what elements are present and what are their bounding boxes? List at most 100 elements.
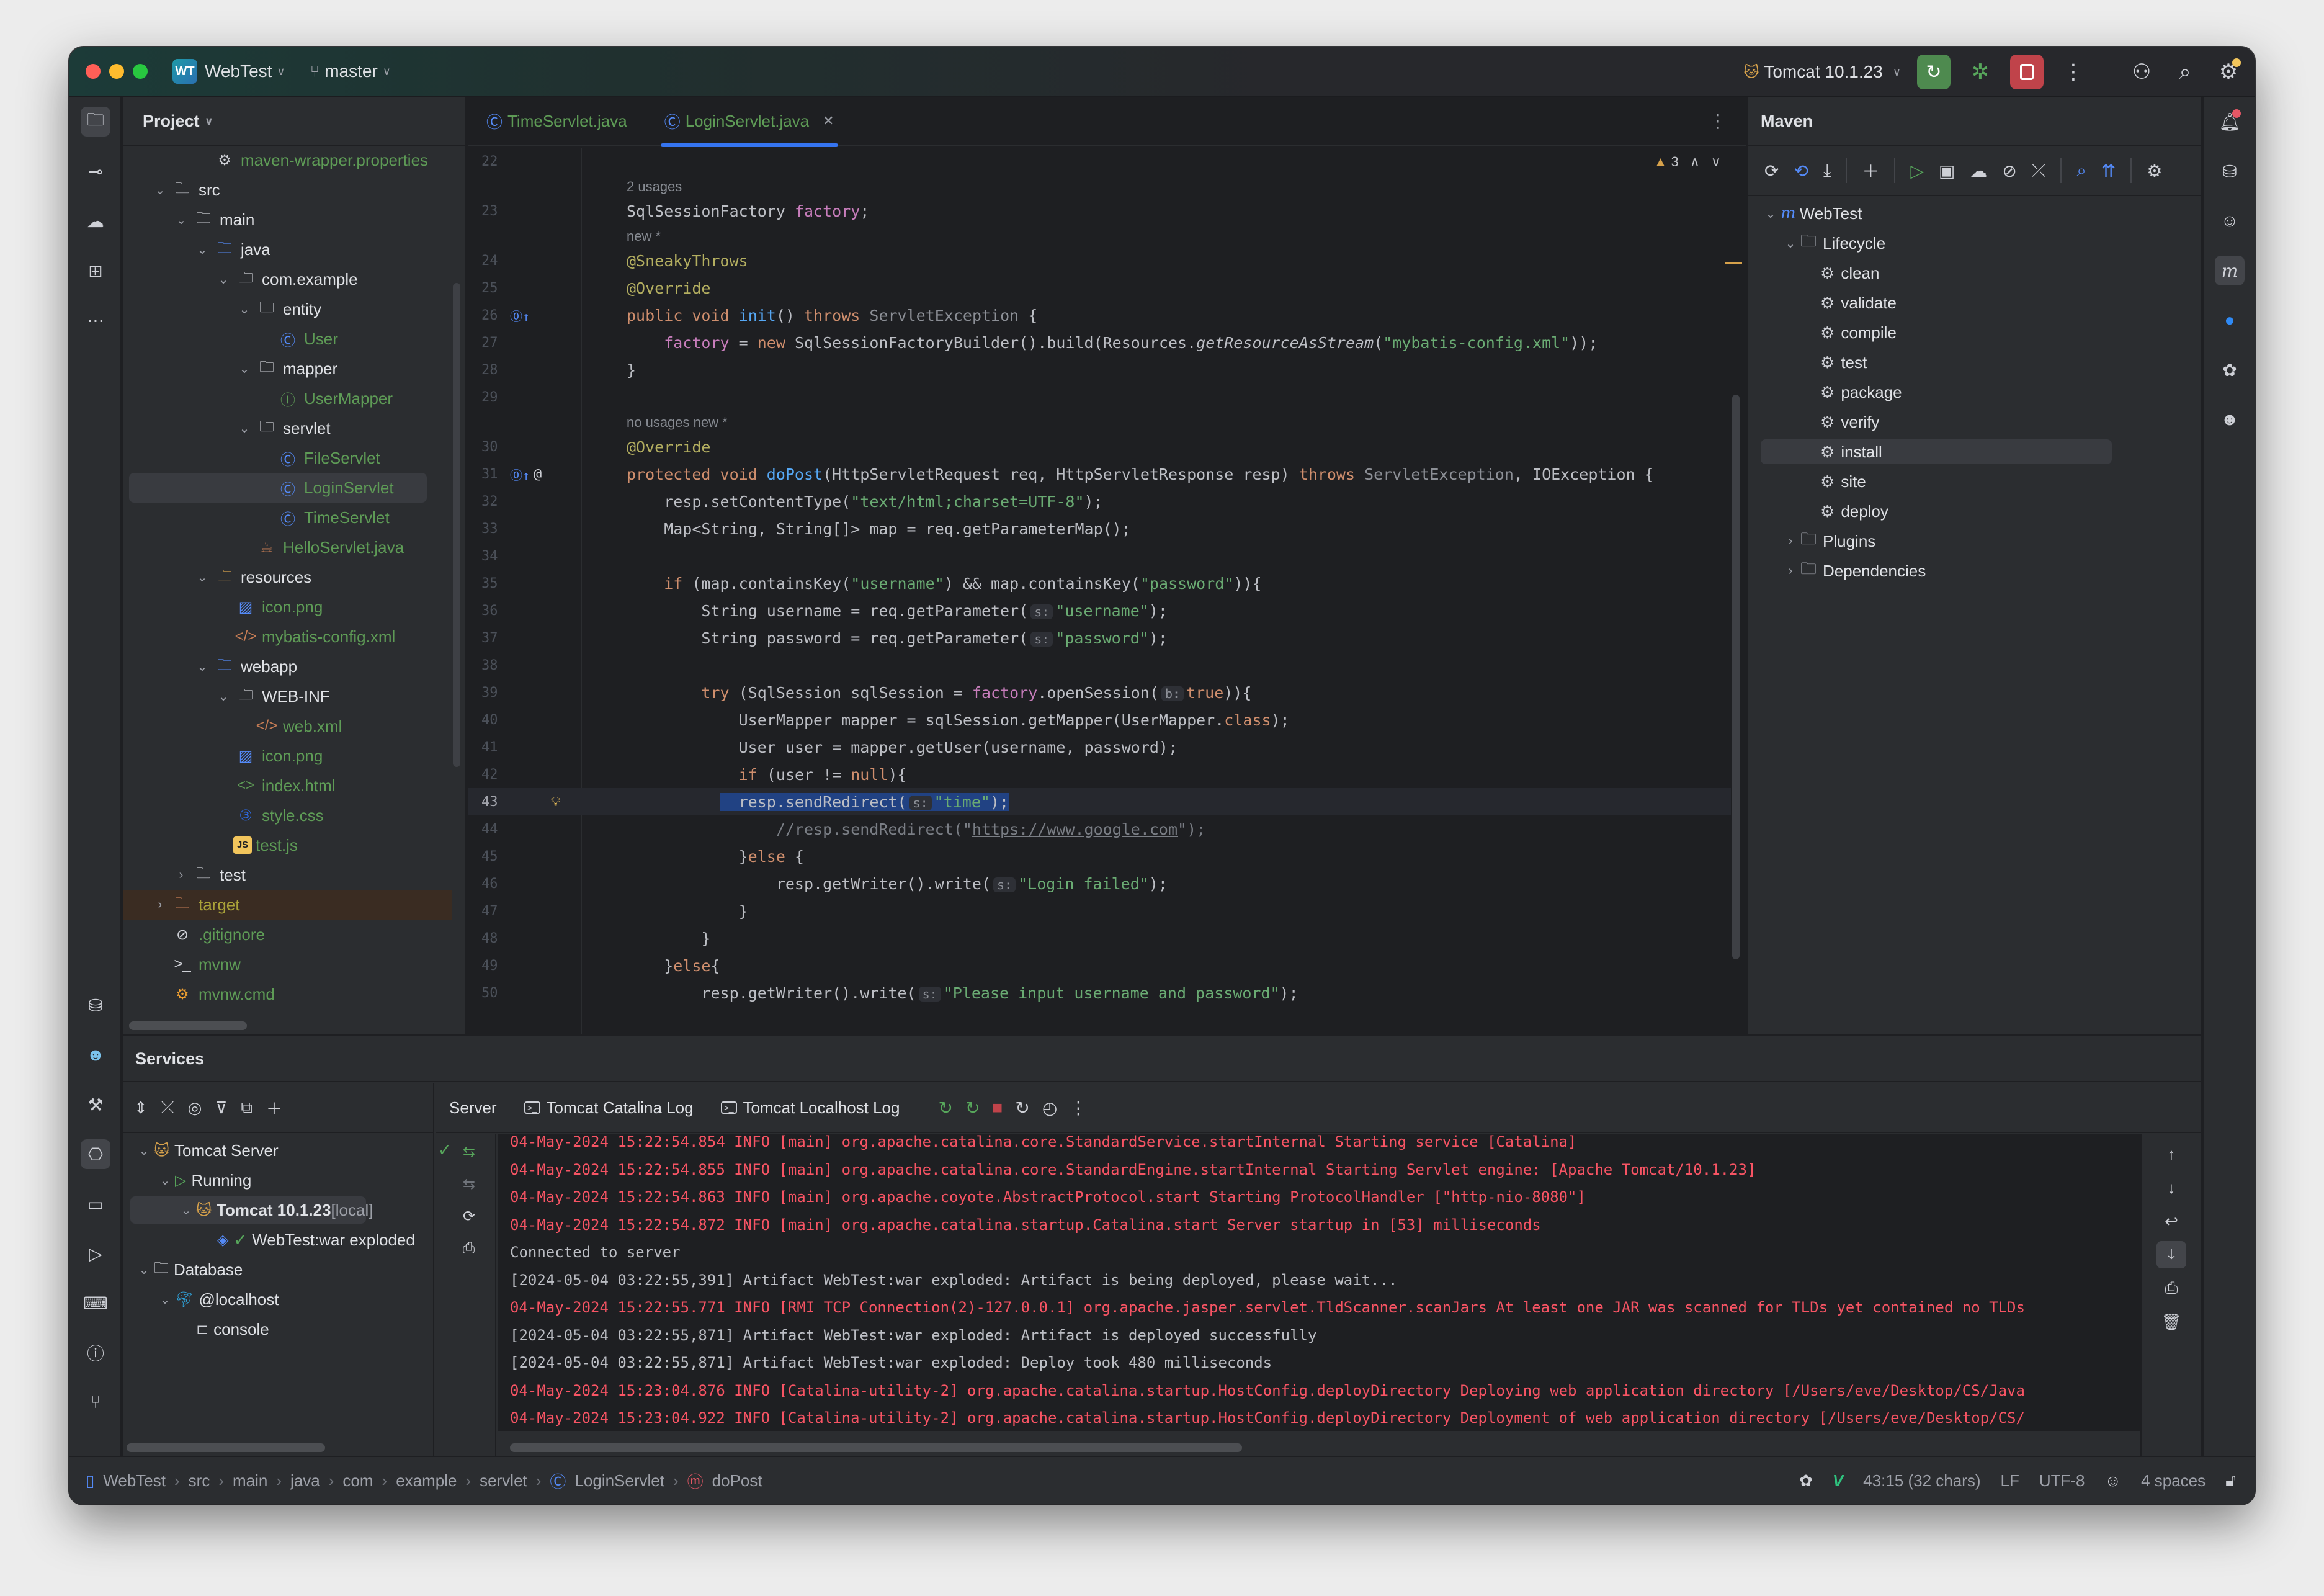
code-line[interactable]: 50 resp.getWriter().write(s: "Please inpu…	[468, 979, 1731, 1006]
service-item--localhost[interactable]: ⌄ 🐬︎ @localhost	[155, 1284, 279, 1314]
code-line[interactable]: 26 ⓪↑ public void init() throws ServletExc…	[468, 302, 1731, 329]
code-line[interactable]: 29	[468, 383, 1731, 411]
analyze-dependencies-button[interactable]: ⌕	[2076, 161, 2086, 181]
terminal-tool-button[interactable]: ⌨	[81, 1288, 110, 1318]
code-line[interactable]: 30 @Override	[468, 433, 1731, 460]
lock-icon[interactable]: 🔓︎	[2225, 1471, 2236, 1491]
maven-goal-site[interactable]: ⚙ site	[1820, 467, 1866, 496]
service-item-tomcat-server[interactable]: ⌄ 🐱 Tomcat Server	[134, 1136, 279, 1165]
line-ending[interactable]: LF	[2001, 1471, 2019, 1491]
tree-item-resources[interactable]: ⌄ 🗀 resources	[192, 562, 312, 592]
maven-goal-verify[interactable]: ⚙ verify	[1820, 407, 1879, 437]
service-item-tomcat-10-1-23[interactable]: ⌄ 🐱 Tomcat 10.1.23 [local]	[176, 1195, 373, 1225]
code-line[interactable]: 28}	[468, 356, 1731, 383]
chevron-down-icon[interactable]: ⌄	[1781, 236, 1800, 251]
update-app-button[interactable]: ⟳	[463, 1208, 475, 1226]
code-line[interactable]: 32 resp.setContentType("text/html;charse…	[468, 488, 1731, 515]
execute-goal-button[interactable]: ▣	[1939, 161, 1955, 181]
tree-item-usermapper[interactable]: Ⓘ UserMapper	[275, 383, 393, 413]
debug-server-button[interactable]: ↻	[965, 1098, 980, 1118]
tab-tomcat-catalina-log[interactable]: >_ Tomcat Catalina Log	[511, 1098, 707, 1118]
code-line[interactable]: 35 if (map.containsKey("username") && ma…	[468, 570, 1731, 597]
chevron-right-icon[interactable]: ›	[1781, 534, 1800, 549]
chevron-down-icon[interactable]: ⌄	[235, 361, 254, 377]
scroll-up-button[interactable]: ↑	[2156, 1141, 2186, 1168]
indent-setting[interactable]: 4 spaces	[2141, 1471, 2206, 1491]
rerun-server-button[interactable]: ↻	[938, 1098, 952, 1118]
reload-project-button[interactable]: ⟲	[1794, 161, 1808, 181]
service-item-running[interactable]: ⌄ ▷ Running	[155, 1165, 252, 1195]
maven-goal-compile[interactable]: ⚙ compile	[1820, 318, 1897, 347]
toggle-offline-button[interactable]: ☁	[1970, 161, 1987, 181]
chevron-down-icon[interactable]: ⌄	[192, 570, 212, 585]
soft-wrap-button[interactable]: ↩	[2156, 1208, 2186, 1235]
editor-scrollbar[interactable]	[1732, 395, 1740, 959]
reload-all-button[interactable]: ⟳	[1764, 161, 1779, 181]
more-button[interactable]: ⋮	[1070, 1098, 1087, 1118]
services-hscrollbar[interactable]	[127, 1443, 325, 1452]
close-tab-button[interactable]: ✕	[823, 113, 834, 129]
chevron-down-icon[interactable]: ⌄	[155, 1173, 175, 1188]
tree-item-web-xml[interactable]: </> web.xml	[254, 711, 342, 741]
maven-settings-button[interactable]: ⚙	[2147, 161, 2162, 181]
minimize-window-button[interactable]	[109, 64, 124, 79]
tree-item-index-html[interactable]: <> index.html	[233, 771, 336, 800]
tree-item-mapper[interactable]: ⌄ 🗀 mapper	[235, 354, 338, 383]
service-item-webtest-war-exploded[interactable]: ◈ ✓ WebTest:war exploded	[217, 1225, 415, 1255]
stop-server-button[interactable]: ■	[992, 1098, 1003, 1118]
code-line[interactable]: 34	[468, 542, 1731, 570]
structure-tool-button[interactable]: ⊞	[81, 256, 110, 285]
more-actions-button[interactable]: ⋮	[2060, 60, 2087, 84]
lightbulb-icon[interactable]: 💡︎	[551, 794, 560, 810]
tree-item-mybatis-config-xml[interactable]: </> mybatis-config.xml	[233, 622, 396, 652]
database-tool-button[interactable]: ⛁	[81, 990, 110, 1020]
collapse-all-button[interactable]: ⤫	[161, 1098, 174, 1118]
maximize-window-button[interactable]	[133, 64, 148, 79]
filter-button[interactable]: ⊽	[215, 1098, 227, 1118]
chevron-down-icon[interactable]: ⌄	[192, 659, 212, 675]
tree-item-user[interactable]: Ⓒ User	[275, 324, 338, 354]
code-line[interactable]: 27 factory = new SqlSessionFactoryBuilde…	[468, 329, 1731, 356]
maven-panel-button[interactable]: m	[2215, 256, 2245, 285]
breadcrumb-main[interactable]: main	[233, 1471, 267, 1491]
tree-item-main[interactable]: ⌄ 🗀 main	[171, 205, 255, 235]
code-line[interactable]: 45 }else {	[468, 843, 1731, 870]
chevron-down-icon[interactable]: ⌄	[150, 182, 170, 198]
tree-item-webapp[interactable]: ⌄ 🗀 webapp	[192, 652, 297, 681]
download-sources-button[interactable]: ⤓	[1823, 161, 1831, 181]
services-tool-button[interactable]: ⎔	[81, 1139, 110, 1169]
branch-switcher[interactable]: master	[324, 61, 378, 81]
code-line[interactable]: 47 }	[468, 897, 1731, 925]
expand-all-button[interactable]: ⇈	[2101, 161, 2116, 181]
chevron-down-icon[interactable]: ⌄	[134, 1262, 154, 1278]
code-with-me-button[interactable]: ⚇	[2128, 60, 2155, 84]
code-line[interactable]: 25 @Override	[468, 274, 1731, 302]
code-line[interactable]: 40 UserMapper mapper = sqlSession.getMap…	[468, 706, 1731, 733]
chevron-right-icon[interactable]: ›	[150, 898, 170, 912]
tree-item-java[interactable]: ⌄ 🗀 java	[192, 235, 270, 264]
console-hscrollbar[interactable]	[510, 1443, 1242, 1452]
layout-tool-button[interactable]: ▭	[81, 1189, 110, 1219]
maven-goal-install[interactable]: ⚙ install	[1820, 437, 1882, 467]
file-encoding[interactable]: UTF-8	[2039, 1471, 2085, 1491]
skip-tests-button[interactable]: ⊘	[2002, 161, 2016, 181]
chevron-down-icon[interactable]: ⌄	[1761, 206, 1781, 222]
breadcrumb-loginservlet[interactable]: LoginServlet	[574, 1471, 664, 1491]
tree-item-fileservlet[interactable]: Ⓒ FileServlet	[275, 443, 380, 473]
tree-item-helloservlet-java[interactable]: ☕ HelloServlet.java	[254, 532, 404, 562]
breadcrumb-example[interactable]: example	[396, 1471, 457, 1491]
restart-server-button[interactable]: ↻	[1015, 1098, 1029, 1118]
code-line[interactable]: 23 SqlSessionFactory factory;	[468, 197, 1731, 225]
code-line[interactable]: 31 ⓪↑ @ protected void doPost(HttpServletRe…	[468, 460, 1731, 488]
code-line[interactable]: 24 @SneakyThrows	[468, 247, 1731, 274]
breadcrumb-src[interactable]: src	[189, 1471, 210, 1491]
tree-item-test-js[interactable]: JS test.js	[233, 830, 298, 860]
show-options-button[interactable]: ◎	[188, 1098, 202, 1118]
copilot-chat-button[interactable]: ☻	[2215, 405, 2245, 434]
tree-item-mvnw[interactable]: >_ mvnw	[170, 949, 241, 979]
chevron-right-icon[interactable]: ›	[171, 868, 191, 882]
tree-item-servlet[interactable]: ⌄ 🗀 servlet	[235, 413, 331, 443]
settings-button[interactable]: ⚙	[2215, 58, 2242, 84]
code-line[interactable]: 41 User user = mapper.getUser(username, …	[468, 733, 1731, 761]
project-hscrollbar[interactable]	[129, 1021, 247, 1030]
